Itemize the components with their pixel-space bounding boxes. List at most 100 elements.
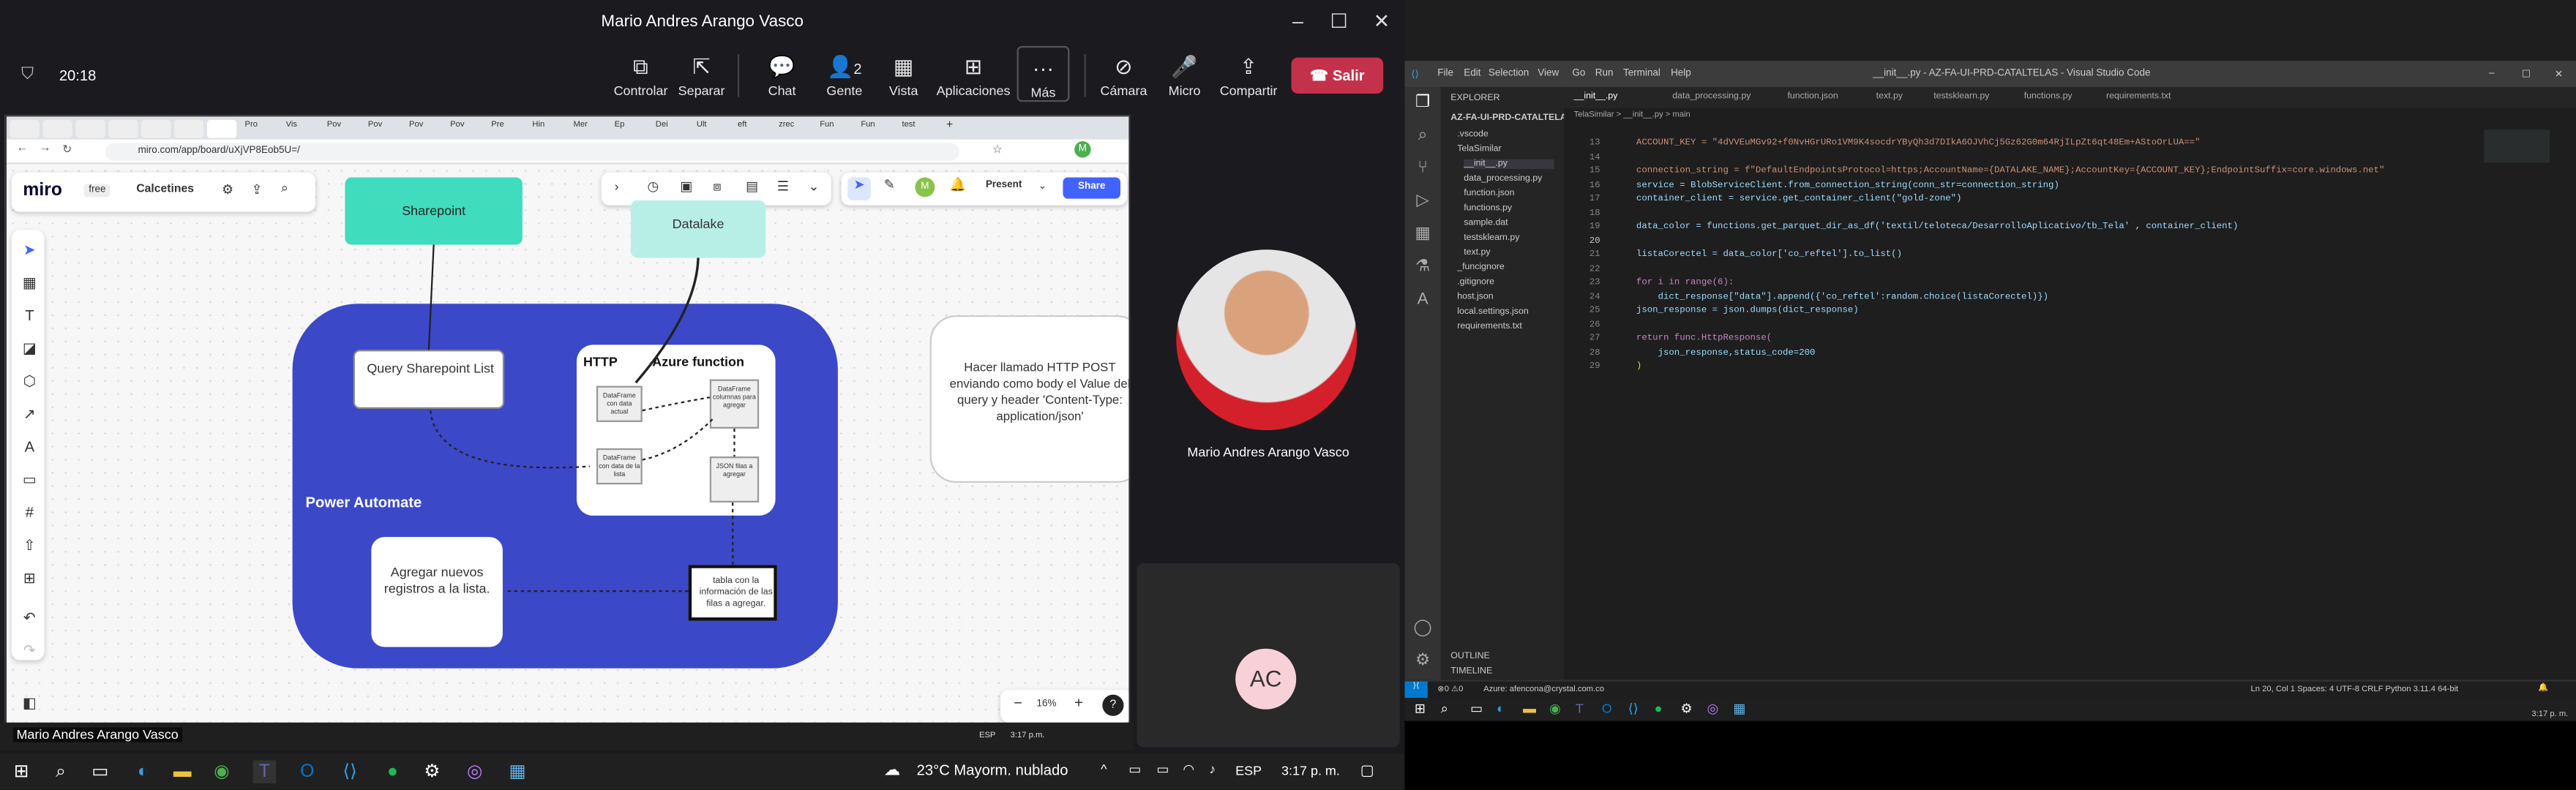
tree-item[interactable]: testsklearn.py bbox=[1464, 233, 1519, 243]
bell-icon[interactable]: 🔔 bbox=[2538, 683, 2548, 693]
tree-item[interactable]: _funcignore bbox=[1457, 263, 1505, 272]
search-icon[interactable]: ⌕ bbox=[1441, 701, 1448, 718]
menu-terminal[interactable]: Terminal bbox=[1623, 69, 1660, 78]
zoom-out-button[interactable]: − bbox=[1014, 695, 1022, 711]
browser-tab[interactable]: Vis bbox=[286, 120, 322, 138]
menu-help[interactable]: Help bbox=[1671, 69, 1691, 78]
explorer-icon[interactable]: ❐ bbox=[1413, 94, 1433, 113]
tree-item[interactable]: functions.py bbox=[1464, 203, 1512, 213]
browser-tab[interactable]: Ult bbox=[697, 120, 733, 138]
run-debug-icon[interactable]: ▷ bbox=[1413, 192, 1433, 212]
browser-tab[interactable] bbox=[141, 119, 171, 138]
url-input[interactable]: miro.com/app/board/uXjVP8Eob5U=/ bbox=[105, 143, 960, 162]
browser-tab[interactable]: Pov bbox=[327, 120, 363, 138]
weather-text[interactable]: 23°C Mayorm. nublado bbox=[917, 762, 1068, 778]
menu-selection[interactable]: Selection bbox=[1489, 69, 1529, 78]
tree-item-active[interactable]: __init__.py bbox=[1464, 159, 1554, 170]
teams-icon[interactable]: T bbox=[252, 760, 277, 783]
leave-button[interactable]: ☎ Salir bbox=[1291, 57, 1384, 94]
remote-icon[interactable]: ⟩⟨ bbox=[1404, 681, 1428, 699]
outlook-icon[interactable]: O bbox=[296, 760, 318, 783]
testing-icon[interactable]: ⚗ bbox=[1413, 257, 1433, 277]
outlook-icon[interactable]: O bbox=[1602, 701, 1612, 716]
tree-item[interactable]: sample.dat bbox=[1464, 219, 1508, 228]
chrome-icon[interactable]: ◉ bbox=[210, 760, 233, 783]
app-icon[interactable]: ◎ bbox=[463, 760, 486, 783]
windows-start-icon[interactable]: ⊞ bbox=[10, 760, 32, 783]
menu-file[interactable]: File bbox=[1437, 69, 1453, 78]
account-icon[interactable]: ◯ bbox=[1413, 619, 1433, 639]
browser-tab[interactable]: Fun bbox=[861, 120, 896, 138]
source-control-icon[interactable]: ⑂ bbox=[1413, 159, 1433, 179]
chrome-icon[interactable]: ◉ bbox=[1549, 701, 1561, 716]
azure-icon[interactable]: A bbox=[1413, 290, 1433, 310]
browser-tab[interactable] bbox=[173, 119, 204, 138]
pop-out-button[interactable]: ⇱ Separar bbox=[677, 46, 726, 105]
code-editor[interactable]: 13 ACCOUNT_KEY = "4dVVEuMGv92+f0NvHGrURo1… bbox=[1564, 123, 2576, 680]
vscode-icon[interactable]: ⟨⟩ bbox=[338, 760, 361, 783]
browser-tab-active[interactable] bbox=[206, 119, 237, 138]
browser-tab[interactable]: Pov bbox=[450, 120, 486, 138]
browser-tab[interactable]: Pov bbox=[409, 120, 445, 138]
tree-item[interactable]: host.json bbox=[1457, 293, 1493, 302]
browser-tab[interactable]: test bbox=[902, 120, 937, 138]
meet-now-icon[interactable]: ▭ bbox=[1128, 762, 1141, 777]
problems-indicator[interactable]: ⊗0 ⚠0 bbox=[1437, 685, 1463, 694]
volume-icon[interactable]: ♪ bbox=[1209, 762, 1216, 777]
tree-item[interactable]: TelaSimilar bbox=[1457, 145, 1501, 154]
tree-item[interactable]: .vscode bbox=[1457, 129, 1489, 139]
tab-functions[interactable]: functions.py bbox=[2024, 92, 2073, 102]
battery-icon[interactable]: ▭ bbox=[1156, 762, 1169, 777]
search-icon[interactable]: ⌕ bbox=[1413, 127, 1433, 146]
outline-section[interactable]: OUTLINE bbox=[1450, 652, 1490, 661]
tab-init[interactable]: __init__.py bbox=[1574, 92, 1618, 102]
menu-view[interactable]: View bbox=[1538, 69, 1559, 78]
browser-tab[interactable]: Dei bbox=[656, 120, 692, 138]
task-view-icon[interactable]: ▭ bbox=[1470, 701, 1483, 716]
browser-tab[interactable] bbox=[75, 119, 105, 138]
language-indicator[interactable]: ESP bbox=[1235, 764, 1262, 778]
spotify-icon[interactable]: ● bbox=[381, 760, 404, 783]
edge-icon[interactable]: ◐ bbox=[1497, 701, 1505, 716]
windows-start-icon[interactable]: ⊞ bbox=[1415, 701, 1426, 716]
tree-item[interactable]: requirements.txt bbox=[1457, 322, 1522, 331]
weather-icon[interactable]: ☁ bbox=[884, 762, 900, 780]
notifications-icon[interactable]: ▢ bbox=[1360, 762, 1374, 780]
tab-data-processing[interactable]: data_processing.py bbox=[1672, 92, 1751, 102]
menu-edit[interactable]: Edit bbox=[1464, 69, 1480, 78]
miro-board-canvas[interactable]: miro free Calcetines ⚙ ⇪ ⌕ › ◷ ▣ ⧈ ▤ ☰ ⌄… bbox=[6, 164, 1129, 728]
help-button[interactable]: ? bbox=[1102, 694, 1124, 716]
tab-text[interactable]: text.py bbox=[1876, 92, 1903, 102]
zoom-in-button[interactable]: + bbox=[1074, 695, 1083, 711]
settings-icon[interactable]: ⚙ bbox=[421, 760, 443, 783]
mic-button[interactable]: 🎤 Micro bbox=[1160, 46, 1209, 105]
zoom-level[interactable]: 16% bbox=[1037, 699, 1057, 709]
participant-tile[interactable]: AC bbox=[1137, 563, 1400, 748]
browser-tab[interactable]: Pov bbox=[368, 120, 404, 138]
presenter-tile[interactable]: Mario Andres Arango Vasco bbox=[1137, 115, 1400, 552]
browser-tab[interactable]: eft bbox=[738, 120, 774, 138]
close-icon[interactable]: ✕ bbox=[1366, 10, 1399, 32]
browser-tab[interactable]: Ep bbox=[615, 120, 651, 138]
chevron-up-icon[interactable]: ^ bbox=[1101, 762, 1107, 777]
star-icon[interactable]: ☆ bbox=[992, 143, 1003, 157]
browser-tab[interactable]: Pro bbox=[244, 120, 280, 138]
editor-status[interactable]: Ln 20, Col 1 Spaces: 4 UTF-8 CRLF Python… bbox=[2251, 685, 2459, 694]
tree-item[interactable]: function.json bbox=[1464, 189, 1514, 198]
menu-go[interactable]: Go bbox=[1572, 69, 1585, 78]
vscode-icon[interactable]: ⟨⟩ bbox=[1628, 701, 1639, 716]
timeline-section[interactable]: TIMELINE bbox=[1450, 666, 1492, 676]
people-button[interactable]: 👤2 Gente bbox=[818, 46, 871, 105]
more-button[interactable]: ··· Más bbox=[1016, 45, 1070, 102]
minimap[interactable] bbox=[2484, 129, 2550, 163]
project-folder[interactable]: AZ-FA-UI-PRD-CATALTELAS bbox=[1450, 113, 1573, 123]
tab-function-json[interactable]: function.json bbox=[1787, 92, 1838, 102]
browser-tab[interactable] bbox=[10, 119, 40, 138]
forward-icon[interactable]: → bbox=[40, 143, 51, 154]
minimize-icon[interactable]: – bbox=[1281, 10, 1314, 32]
file-explorer-icon[interactable]: ▬ bbox=[1523, 701, 1536, 716]
apps-button[interactable]: ⊞ Aplicaciones bbox=[937, 46, 1011, 105]
browser-tab[interactable]: Mer bbox=[573, 120, 609, 138]
menu-run[interactable]: Run bbox=[1595, 69, 1614, 78]
browser-tab[interactable]: Hin bbox=[532, 120, 568, 138]
